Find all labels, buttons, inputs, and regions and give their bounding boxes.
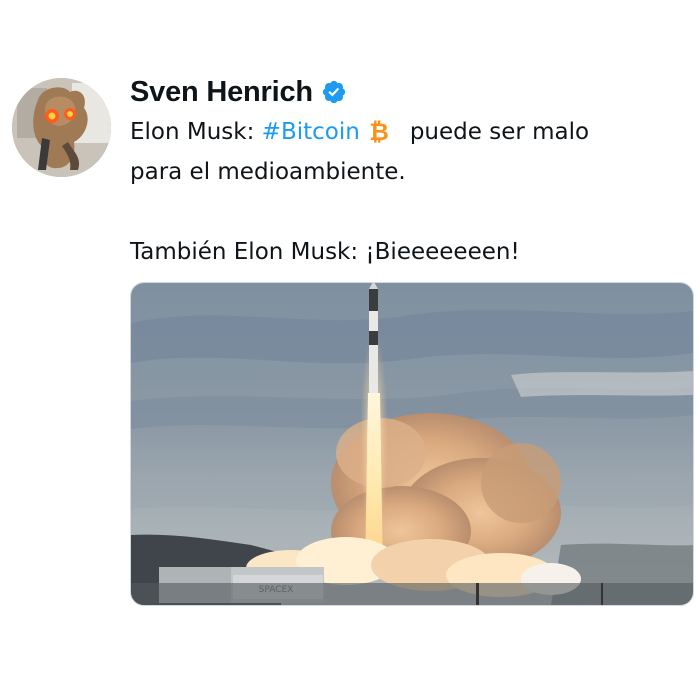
tweet-text: Elon Musk: #Bitcoin ₿ puede ser malo para … xyxy=(130,112,690,272)
profile-avatar[interactable] xyxy=(12,78,111,177)
rocket-launch-photo: SPACEX xyxy=(131,283,693,605)
author-name[interactable]: Sven Henrich xyxy=(130,76,313,109)
bitcoin-icon: ₿ xyxy=(366,117,392,146)
author-row: Sven Henrich xyxy=(130,74,347,110)
tweet-line-3: También Elon Musk: ¡Bieeeeeeen! xyxy=(130,239,520,265)
tweet-line-1: Elon Musk: #Bitcoin ₿ puede ser malo xyxy=(130,112,690,152)
tweet-media[interactable]: SPACEX xyxy=(130,282,694,606)
svg-text:₿: ₿ xyxy=(369,118,389,144)
avatar-image xyxy=(12,78,111,177)
verified-badge-icon xyxy=(321,79,347,105)
tweet-line-1-suffix: puede ser malo xyxy=(409,119,590,145)
tweet-line-1-prefix: Elon Musk: xyxy=(130,119,262,145)
hashtag-link[interactable]: #Bitcoin xyxy=(262,119,360,145)
tweet-line-2: para el medioambiente. xyxy=(130,159,406,185)
